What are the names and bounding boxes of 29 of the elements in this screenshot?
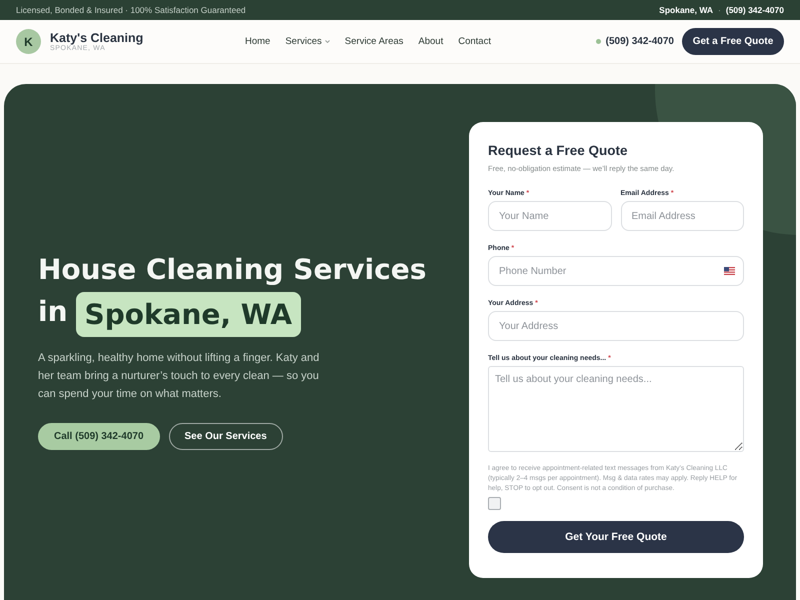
form-title: Request a Free Quote	[488, 143, 629, 159]
hero-title: House Cleaning Services	[38, 252, 426, 288]
dot-icon	[596, 39, 601, 44]
tagline-text: Licensed, Bonded & Insured · 100% Satisfaction Guaranteed	[16, 5, 246, 15]
quote-button[interactable]: Get a Free Quote	[682, 28, 784, 55]
submit-button[interactable]: Get Your Free Quote	[488, 521, 744, 553]
separator: ·	[718, 5, 721, 15]
input-field[interactable]: Your Name	[488, 201, 612, 231]
logo-icon[interactable]: K	[16, 29, 41, 54]
nav-link[interactable]: Home	[245, 36, 270, 48]
brand-name[interactable]: Katy's Cleaning	[50, 30, 144, 44]
message-field[interactable]: Tell us about your cleaning needs...	[488, 366, 744, 452]
phone-link[interactable]: (509) 342-4070	[726, 5, 784, 15]
services-button[interactable]: See Our Services	[168, 423, 283, 450]
consent-checkbox[interactable]	[488, 497, 501, 510]
phone-link[interactable]: (509) 342-4070	[606, 36, 674, 47]
input-field[interactable]: Your Address	[488, 311, 744, 341]
nav-link[interactable]: Service Areas	[344, 36, 404, 48]
location-text: Spokane, WA	[659, 5, 714, 15]
call-button[interactable]: Call (509) 342-4070	[38, 423, 160, 450]
hero-description: A sparkling, healthy home without lifting a finger. Katy and her team bring a nurturer’s touch to every clean — so you can spend your time on what matters.	[38, 351, 320, 402]
location-highlight: Spokane, WA	[76, 292, 302, 337]
flag-icon	[724, 267, 735, 275]
nav-link[interactable]: Contact	[458, 36, 491, 48]
input-field[interactable]: Email Address	[620, 201, 744, 231]
phone-field[interactable]: Phone Number	[488, 256, 744, 286]
hero-title: in	[38, 294, 68, 330]
nav-link[interactable]: About	[418, 36, 444, 48]
nav-link[interactable]: Services	[285, 36, 330, 48]
